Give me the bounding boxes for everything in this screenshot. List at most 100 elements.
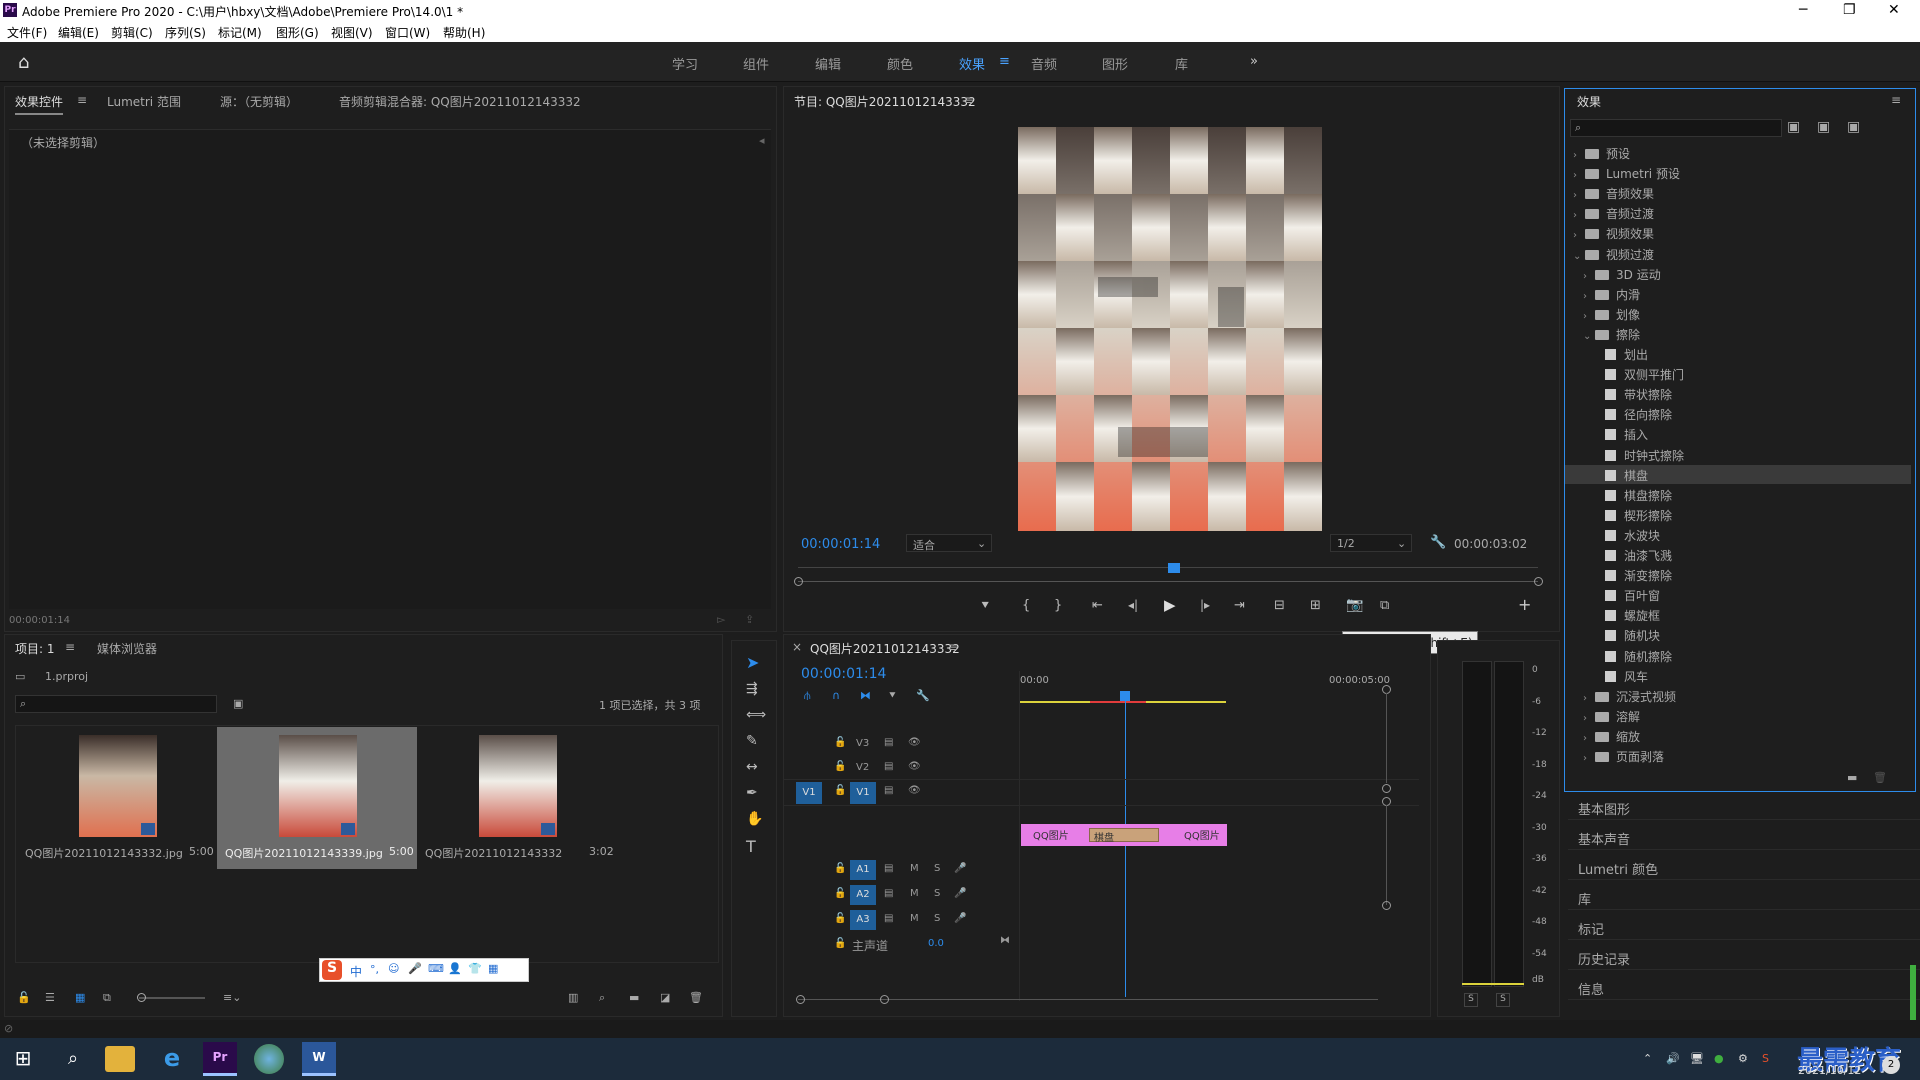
v-scroll-audio-track[interactable] <box>1386 805 1387 905</box>
close-sequence-icon[interactable]: × <box>792 640 802 654</box>
sogou-tray-icon[interactable]: S <box>1762 1052 1769 1065</box>
filter-icon[interactable]: ▻ <box>717 613 725 626</box>
tray-expand-icon[interactable]: ⌃ <box>1643 1052 1652 1065</box>
file-explorer-icon[interactable] <box>105 1046 135 1072</box>
a2-track-label[interactable]: A2 <box>850 885 876 905</box>
linked-selection-icon[interactable]: ⧓ <box>860 689 871 702</box>
chevron-right-icon[interactable]: › <box>1583 271 1595 282</box>
v1-track-label[interactable]: V1 <box>850 782 876 804</box>
sogou-icon[interactable]: S <box>322 960 342 980</box>
a2-solo-s[interactable]: S <box>934 888 940 899</box>
menu-help[interactable]: 帮助(H) <box>443 24 485 41</box>
tab-media-browser[interactable]: 媒体浏览器 <box>97 640 157 657</box>
effect-item[interactable]: 随机块 <box>1565 625 1911 644</box>
tab-project[interactable]: 项目: 1 <box>15 640 55 657</box>
chevron-right-icon[interactable]: › <box>1573 170 1585 181</box>
effect-item[interactable]: 划出 <box>1565 344 1911 363</box>
zoom-slider-handle[interactable] <box>137 993 146 1002</box>
a3-lock-icon[interactable]: 🔓 <box>834 913 846 924</box>
v-scroll-audio-bottom[interactable] <box>1382 901 1391 910</box>
type-tool-icon[interactable]: T <box>746 837 756 856</box>
scroll-handle-left[interactable] <box>794 577 803 586</box>
search-icon[interactable]: ⌕ <box>56 1042 90 1076</box>
ripple-edit-tool-icon[interactable]: ⟺ <box>746 707 766 723</box>
v2-track-label[interactable]: V2 <box>856 762 869 773</box>
ime-mode[interactable]: 中 <box>350 963 362 980</box>
wrench-icon[interactable]: 🔧 <box>1430 535 1446 550</box>
step-forward-icon[interactable]: |▸ <box>1200 598 1210 612</box>
pen-tool-icon[interactable]: ✒ <box>746 785 758 801</box>
project-item[interactable]: QQ图片20211012143332.jpg 5:00 <box>17 727 217 869</box>
new-item-icon[interactable]: ◪ <box>660 991 670 1004</box>
effect-item[interactable]: 油漆飞溅 <box>1565 545 1911 564</box>
v2-sync-icon[interactable]: ▤ <box>884 761 893 772</box>
effects-folder[interactable]: › 页面剥落 <box>1565 746 1911 765</box>
freeform-view-icon[interactable]: ⧉ <box>103 991 111 1005</box>
workspace-learn[interactable]: 学习 <box>672 54 698 73</box>
button-editor-plus-icon[interactable]: + <box>1518 595 1531 614</box>
slip-tool-icon[interactable]: ↔ <box>746 759 758 775</box>
sort-icon[interactable]: ≡⌄ <box>223 991 241 1004</box>
menu-graphics[interactable]: 图形(G) <box>276 24 319 41</box>
sequence-menu-icon[interactable]: ≡ <box>948 640 958 654</box>
effects-folder[interactable]: ⌄ 视频过渡 <box>1565 244 1911 263</box>
nest-icon[interactable]: ⫛ <box>804 689 811 703</box>
minimize-icon[interactable]: ─ <box>1799 2 1807 18</box>
lift-icon[interactable]: ⊟ <box>1274 598 1285 613</box>
chevron-right-icon[interactable]: › <box>1583 753 1595 764</box>
effects-folder[interactable]: › 缩放 <box>1565 726 1911 745</box>
zoom-fit-select[interactable]: 适合 ⌄ <box>906 534 992 552</box>
panel-libraries[interactable]: 库 <box>1568 882 1920 910</box>
mark-in-icon[interactable]: { <box>1022 598 1030 613</box>
chevron-down-icon[interactable]: ⌄ <box>1583 331 1595 342</box>
v3-sync-icon[interactable]: ▤ <box>884 737 893 748</box>
meter-solo-right[interactable]: S <box>1496 993 1510 1007</box>
v3-lock-icon[interactable]: 🔓 <box>834 737 846 748</box>
razor-tool-icon[interactable]: ✎ <box>746 733 758 749</box>
meter-solo-left[interactable]: S <box>1464 993 1478 1007</box>
word-icon[interactable]: W <box>302 1042 336 1076</box>
tab-lumetri-scopes[interactable]: Lumetri 范围 <box>107 93 181 110</box>
menu-file[interactable]: 文件(F) <box>7 24 47 41</box>
v1-lock-icon[interactable]: 🔓 <box>834 785 846 796</box>
program-playhead[interactable] <box>1168 563 1180 573</box>
delete-custom-item-icon[interactable]: 🗑 <box>1873 771 1887 784</box>
workspace-effects[interactable]: 效果 <box>959 54 985 73</box>
v1-source-patch[interactable]: V1 <box>796 782 822 804</box>
play-icon[interactable]: ▶ <box>1164 596 1176 614</box>
v1-sync-icon[interactable]: ▤ <box>884 785 893 796</box>
menu-window[interactable]: 窗口(W) <box>385 24 430 41</box>
chevron-right-icon[interactable]: › <box>1583 311 1595 322</box>
a1-sync-icon[interactable]: ▤ <box>884 863 893 874</box>
timeline-timecode[interactable]: 00:00:01:14 <box>801 666 886 682</box>
a1-voiceover-mic-icon[interactable]: 🎤 <box>954 863 966 874</box>
v2-eye-icon[interactable]: 👁 <box>908 761 921 772</box>
selection-tool-icon[interactable]: ➤ <box>746 653 759 672</box>
master-bowtie-icon[interactable]: ⧓ <box>1000 935 1010 946</box>
chevron-right-icon[interactable]: › <box>1583 713 1595 724</box>
effect-item[interactable]: 楔形擦除 <box>1565 505 1911 524</box>
scroll-handle-right[interactable] <box>1534 577 1543 586</box>
a3-solo-s[interactable]: S <box>934 913 940 924</box>
compare-view-icon[interactable]: ⧉ <box>1380 598 1389 613</box>
panel-markers[interactable]: 标记 <box>1568 912 1920 940</box>
checkerboard-transition[interactable]: 棋盘 <box>1089 828 1159 844</box>
v-scroll-top-handle[interactable] <box>1382 784 1391 793</box>
program-scrollbar[interactable] <box>798 581 1538 582</box>
network-icon[interactable]: 🖥 <box>1690 1052 1704 1065</box>
workspace-graphics[interactable]: 图形 <box>1102 54 1128 73</box>
notification-badge[interactable]: 2 <box>1882 1056 1900 1074</box>
effects-folder[interactable]: › 内滑 <box>1565 284 1911 303</box>
automate-to-sequence-icon[interactable]: ▥ <box>568 991 578 1004</box>
menu-clip[interactable]: 剪辑(C) <box>111 24 153 41</box>
chevron-right-icon[interactable]: › <box>1583 693 1595 704</box>
emoji-icon[interactable]: ☺ <box>388 962 399 975</box>
tab-source[interactable]: 源：（无剪辑） <box>220 93 298 110</box>
effect-item[interactable]: 随机擦除 <box>1565 646 1911 665</box>
skin-icon[interactable]: 👕 <box>468 962 482 975</box>
user-icon[interactable]: 👤 <box>448 962 462 975</box>
h-scroll-left[interactable] <box>796 995 805 1004</box>
project-item-selected[interactable]: QQ图片20211012143339.jpg 5:00 <box>217 727 417 869</box>
effect-item[interactable]: 时钟式擦除 <box>1565 445 1911 464</box>
toolbox-icon[interactable]: ▦ <box>488 962 498 975</box>
